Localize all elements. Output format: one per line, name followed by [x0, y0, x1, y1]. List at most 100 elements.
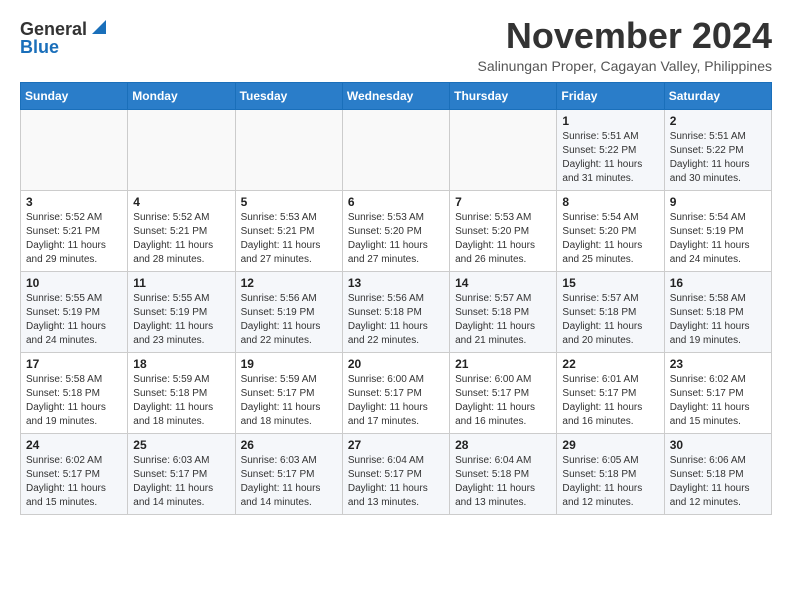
calendar-week-4: 17Sunrise: 5:58 AM Sunset: 5:18 PM Dayli… — [21, 352, 772, 433]
location-subtitle: Salinungan Proper, Cagayan Valley, Phili… — [478, 58, 772, 74]
calendar-cell: 15Sunrise: 5:57 AM Sunset: 5:18 PM Dayli… — [557, 271, 664, 352]
day-number: 1 — [562, 114, 658, 128]
day-info: Sunrise: 6:02 AM Sunset: 5:17 PM Dayligh… — [26, 454, 122, 510]
day-info: Sunrise: 6:05 AM Sunset: 5:18 PM Dayligh… — [562, 454, 658, 510]
calendar-cell — [235, 109, 342, 190]
header-cell-wednesday: Wednesday — [342, 82, 449, 109]
calendar-cell: 22 Sunrise: 6:01 AM Sunset: 5:17 PM Dayli… — [557, 352, 664, 433]
calendar-week-2: 3 Sunrise: 5:52 AM Sunset: 5:21 PM Daylig… — [21, 190, 772, 271]
day-info: Sunrise: 5:58 AM Sunset: 5:18 PM Dayligh… — [670, 292, 766, 348]
day-info: Sunrise: 5:52 AM Sunset: 5:21 PM Dayligh… — [133, 211, 229, 267]
day-number: 12 — [241, 276, 337, 290]
day-info: Sunrise: 5:53 AM Sunset: 5:20 PM Dayligh… — [455, 211, 551, 267]
day-number: 13 — [348, 276, 444, 290]
calendar-cell: 17Sunrise: 5:58 AM Sunset: 5:18 PM Dayli… — [21, 352, 128, 433]
day-number: 24 — [26, 438, 122, 452]
day-number: 21 — [455, 357, 551, 371]
day-info: Sunrise: 5:51 AM Sunset: 5:22 PM Dayligh… — [562, 130, 658, 186]
day-info: Sunrise: 5:52 AM Sunset: 5:21 PM Dayligh… — [26, 211, 122, 267]
day-number: 19 — [241, 357, 337, 371]
day-number: 2 — [670, 114, 766, 128]
calendar-cell: 23 Sunrise: 6:02 AM Sunset: 5:17 PM Dayli… — [664, 352, 771, 433]
day-info: Sunrise: 6:04 AM Sunset: 5:18 PM Dayligh… — [455, 454, 551, 510]
calendar-week-5: 24 Sunrise: 6:02 AM Sunset: 5:17 PM Dayli… — [21, 433, 772, 514]
header-cell-tuesday: Tuesday — [235, 82, 342, 109]
day-info: Sunrise: 5:53 AM Sunset: 5:20 PM Dayligh… — [348, 211, 444, 267]
calendar-cell — [450, 109, 557, 190]
calendar-cell: 2 Sunrise: 5:51 AM Sunset: 5:22 PM Daylig… — [664, 109, 771, 190]
day-number: 23 — [670, 357, 766, 371]
day-info: Sunrise: 5:56 AM Sunset: 5:19 PM Dayligh… — [241, 292, 337, 348]
calendar-cell: 6 Sunrise: 5:53 AM Sunset: 5:20 PM Daylig… — [342, 190, 449, 271]
day-info: Sunrise: 5:55 AM Sunset: 5:19 PM Dayligh… — [26, 292, 122, 348]
calendar-cell: 26 Sunrise: 6:03 AM Sunset: 5:17 PM Dayli… — [235, 433, 342, 514]
month-title: November 2024 — [478, 16, 772, 56]
logo-blue-text: Blue — [20, 38, 59, 56]
calendar-cell: 25 Sunrise: 6:03 AM Sunset: 5:17 PM Dayli… — [128, 433, 235, 514]
day-info: Sunrise: 5:59 AM Sunset: 5:18 PM Dayligh… — [133, 373, 229, 429]
day-number: 27 — [348, 438, 444, 452]
day-info: Sunrise: 5:55 AM Sunset: 5:19 PM Dayligh… — [133, 292, 229, 348]
day-info: Sunrise: 6:01 AM Sunset: 5:17 PM Dayligh… — [562, 373, 658, 429]
calendar-cell: 16 Sunrise: 5:58 AM Sunset: 5:18 PM Dayli… — [664, 271, 771, 352]
calendar-cell: 28Sunrise: 6:04 AM Sunset: 5:18 PM Dayli… — [450, 433, 557, 514]
calendar-cell: 20Sunrise: 6:00 AM Sunset: 5:17 PM Dayli… — [342, 352, 449, 433]
day-number: 15 — [562, 276, 658, 290]
day-info: Sunrise: 6:04 AM Sunset: 5:17 PM Dayligh… — [348, 454, 444, 510]
calendar-cell: 19 Sunrise: 5:59 AM Sunset: 5:17 PM Dayli… — [235, 352, 342, 433]
day-number: 10 — [26, 276, 122, 290]
calendar-cell: 8Sunrise: 5:54 AM Sunset: 5:20 PM Daylig… — [557, 190, 664, 271]
calendar-cell — [342, 109, 449, 190]
calendar-week-1: 1 Sunrise: 5:51 AM Sunset: 5:22 PM Daylig… — [21, 109, 772, 190]
header-cell-friday: Friday — [557, 82, 664, 109]
day-number: 20 — [348, 357, 444, 371]
day-number: 26 — [241, 438, 337, 452]
calendar-cell: 13 Sunrise: 5:56 AM Sunset: 5:18 PM Dayli… — [342, 271, 449, 352]
day-number: 29 — [562, 438, 658, 452]
day-number: 5 — [241, 195, 337, 209]
calendar-cell: 24 Sunrise: 6:02 AM Sunset: 5:17 PM Dayli… — [21, 433, 128, 514]
calendar-cell: 18 Sunrise: 5:59 AM Sunset: 5:18 PM Dayli… — [128, 352, 235, 433]
logo: General Blue — [20, 20, 106, 56]
day-number: 16 — [670, 276, 766, 290]
logo-triangle-icon — [88, 18, 106, 36]
header-row: SundayMondayTuesdayWednesdayThursdayFrid… — [21, 82, 772, 109]
calendar-cell: 10 Sunrise: 5:55 AM Sunset: 5:19 PM Dayli… — [21, 271, 128, 352]
day-number: 6 — [348, 195, 444, 209]
day-info: Sunrise: 5:57 AM Sunset: 5:18 PM Dayligh… — [455, 292, 551, 348]
day-info: Sunrise: 6:03 AM Sunset: 5:17 PM Dayligh… — [241, 454, 337, 510]
header-cell-thursday: Thursday — [450, 82, 557, 109]
header-cell-sunday: Sunday — [21, 82, 128, 109]
day-number: 30 — [670, 438, 766, 452]
calendar-cell — [128, 109, 235, 190]
calendar-week-3: 10 Sunrise: 5:55 AM Sunset: 5:19 PM Dayli… — [21, 271, 772, 352]
calendar-cell: 14 Sunrise: 5:57 AM Sunset: 5:18 PM Dayli… — [450, 271, 557, 352]
day-number: 25 — [133, 438, 229, 452]
day-number: 9 — [670, 195, 766, 209]
title-area: November 2024 Salinungan Proper, Cagayan… — [478, 16, 772, 74]
day-number: 17 — [26, 357, 122, 371]
calendar-cell — [21, 109, 128, 190]
day-number: 14 — [455, 276, 551, 290]
calendar-cell: 27 Sunrise: 6:04 AM Sunset: 5:17 PM Dayli… — [342, 433, 449, 514]
calendar-cell: 4Sunrise: 5:52 AM Sunset: 5:21 PM Daylig… — [128, 190, 235, 271]
day-info: Sunrise: 6:03 AM Sunset: 5:17 PM Dayligh… — [133, 454, 229, 510]
calendar-cell: 1 Sunrise: 5:51 AM Sunset: 5:22 PM Daylig… — [557, 109, 664, 190]
day-number: 18 — [133, 357, 229, 371]
day-info: Sunrise: 5:51 AM Sunset: 5:22 PM Dayligh… — [670, 130, 766, 186]
day-number: 3 — [26, 195, 122, 209]
logo-general-text: General — [20, 20, 87, 38]
calendar-cell: 3 Sunrise: 5:52 AM Sunset: 5:21 PM Daylig… — [21, 190, 128, 271]
day-info: Sunrise: 5:59 AM Sunset: 5:17 PM Dayligh… — [241, 373, 337, 429]
day-number: 7 — [455, 195, 551, 209]
calendar-cell: 11Sunrise: 5:55 AM Sunset: 5:19 PM Dayli… — [128, 271, 235, 352]
day-info: Sunrise: 5:56 AM Sunset: 5:18 PM Dayligh… — [348, 292, 444, 348]
header-cell-monday: Monday — [128, 82, 235, 109]
day-info: Sunrise: 6:02 AM Sunset: 5:17 PM Dayligh… — [670, 373, 766, 429]
day-number: 22 — [562, 357, 658, 371]
calendar-cell: 30Sunrise: 6:06 AM Sunset: 5:18 PM Dayli… — [664, 433, 771, 514]
calendar-cell: 7 Sunrise: 5:53 AM Sunset: 5:20 PM Daylig… — [450, 190, 557, 271]
header-cell-saturday: Saturday — [664, 82, 771, 109]
day-info: Sunrise: 5:53 AM Sunset: 5:21 PM Dayligh… — [241, 211, 337, 267]
day-info: Sunrise: 6:00 AM Sunset: 5:17 PM Dayligh… — [455, 373, 551, 429]
